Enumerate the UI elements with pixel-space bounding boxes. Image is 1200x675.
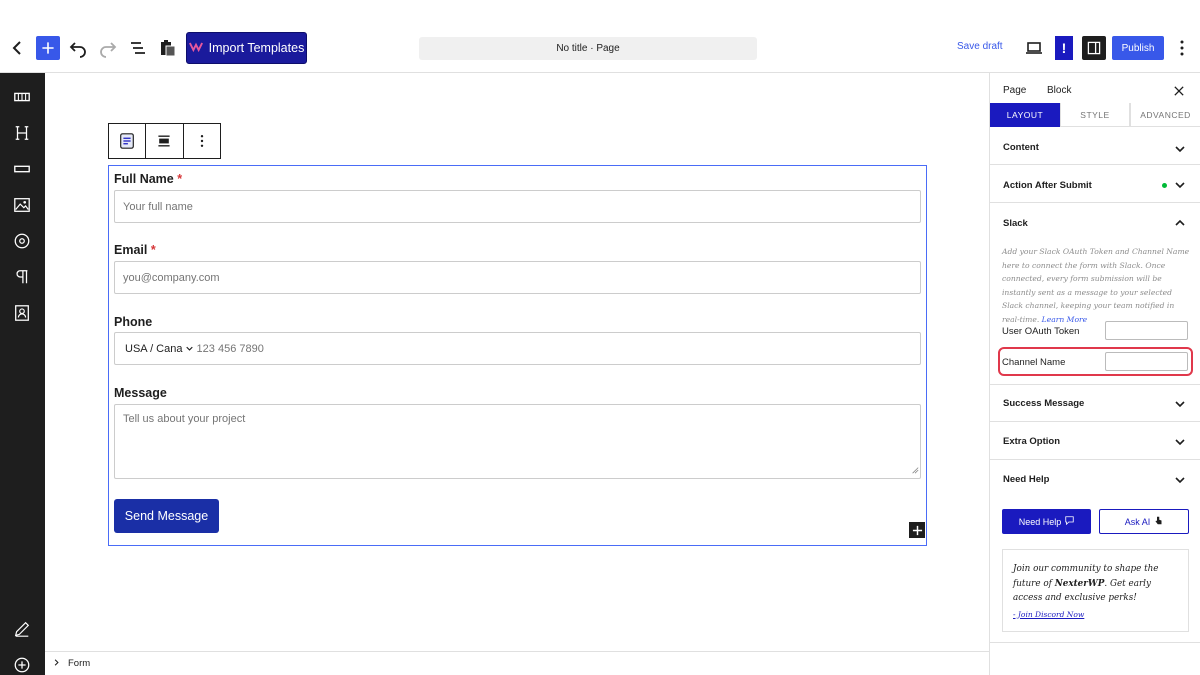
user-oauth-label: User OAuth Token bbox=[1002, 326, 1080, 337]
chevron-down-icon bbox=[185, 343, 193, 355]
tab-advanced[interactable]: ADVANCED bbox=[1130, 103, 1200, 127]
tab-style[interactable]: STYLE bbox=[1060, 103, 1130, 127]
document-overview-icon[interactable] bbox=[126, 36, 150, 60]
country-code-select[interactable]: USA / Cana bbox=[125, 343, 193, 355]
block-toolbar bbox=[108, 123, 221, 159]
left-sidebar bbox=[0, 73, 45, 675]
block-inserter-button[interactable] bbox=[36, 36, 60, 60]
align-icon[interactable] bbox=[146, 124, 184, 158]
slack-description-text: Add your Slack OAuth Token and Channel N… bbox=[1002, 247, 1190, 324]
publish-button[interactable]: Publish bbox=[1112, 36, 1164, 60]
user-oauth-input[interactable] bbox=[1105, 321, 1188, 340]
channel-name-label: Channel Name bbox=[1002, 357, 1066, 368]
circle-target-icon[interactable] bbox=[12, 231, 32, 251]
breadcrumb-item-form[interactable]: Form bbox=[68, 658, 90, 669]
block-append-icon[interactable] bbox=[909, 522, 925, 538]
undo-icon[interactable] bbox=[66, 36, 90, 60]
chevron-down-icon bbox=[1175, 401, 1185, 408]
templates-logo-icon bbox=[188, 41, 203, 55]
image-icon[interactable] bbox=[12, 195, 32, 215]
phone-placeholder: 123 456 7890 bbox=[196, 342, 264, 355]
heading-icon[interactable] bbox=[12, 123, 32, 143]
full-name-placeholder: Your full name bbox=[123, 200, 193, 213]
settings-panel: Page Block LAYOUT STYLE ADVANCED Content… bbox=[989, 73, 1200, 675]
message-textarea[interactable]: Tell us about your project bbox=[114, 404, 921, 479]
tab-page[interactable]: Page bbox=[1003, 85, 1026, 96]
notice-button[interactable]: ! bbox=[1055, 36, 1073, 60]
chevron-down-icon bbox=[1175, 439, 1185, 446]
resize-handle-icon[interactable] bbox=[911, 465, 919, 477]
section-action-title: Action After Submit bbox=[1003, 180, 1092, 191]
section-extra-option[interactable]: Extra Option bbox=[990, 422, 1200, 460]
section-need-help-title[interactable]: Need Help bbox=[1003, 474, 1049, 485]
import-templates-button[interactable]: Import Templates bbox=[186, 32, 307, 64]
message-label: Message bbox=[114, 386, 167, 400]
section-success-message[interactable]: Success Message bbox=[990, 385, 1200, 422]
import-templates-label: Import Templates bbox=[208, 41, 305, 55]
close-icon[interactable] bbox=[1174, 83, 1184, 99]
block-sub-tabs: LAYOUT STYLE ADVANCED bbox=[990, 103, 1200, 127]
community-brand: NexterWP bbox=[1054, 578, 1105, 589]
slack-description: Add your Slack OAuth Token and Channel N… bbox=[1002, 245, 1192, 327]
full-name-label: Full Name * bbox=[114, 172, 182, 186]
back-icon[interactable] bbox=[6, 36, 30, 60]
section-slack-title[interactable]: Slack bbox=[1003, 218, 1028, 229]
full-name-input[interactable]: Your full name bbox=[114, 190, 921, 223]
chevron-up-icon[interactable] bbox=[1174, 217, 1186, 229]
channel-name-input[interactable] bbox=[1105, 352, 1188, 371]
email-label: Email * bbox=[114, 243, 156, 257]
ask-ai-button-label: Ask AI bbox=[1124, 516, 1151, 527]
ask-ai-button[interactable]: Ask AI bbox=[1099, 509, 1189, 534]
section-extra-title: Extra Option bbox=[1003, 436, 1061, 447]
document-title-bar[interactable]: No title · Page bbox=[419, 37, 757, 60]
chat-bubble-icon bbox=[1065, 516, 1074, 527]
button-block-icon[interactable] bbox=[12, 159, 32, 179]
chevron-down-icon[interactable] bbox=[1174, 474, 1186, 486]
join-discord-link[interactable]: - Join Discord Now bbox=[1013, 608, 1178, 623]
learn-more-link[interactable]: Learn More bbox=[1042, 315, 1087, 324]
contact-card-icon[interactable] bbox=[12, 303, 32, 323]
editor-header: Import Templates No title · Page Save dr… bbox=[0, 0, 1200, 73]
block-options-icon[interactable] bbox=[184, 124, 220, 158]
section-action-after-submit[interactable]: Action After Submit bbox=[990, 165, 1200, 203]
community-card: Join our community to shape the future o… bbox=[1002, 549, 1189, 632]
full-name-label-text: Full Name bbox=[114, 172, 174, 186]
pointer-hand-icon bbox=[1154, 516, 1163, 527]
country-code-value: USA / Cana bbox=[125, 342, 183, 355]
form-block-type-icon[interactable] bbox=[109, 124, 147, 158]
send-message-button[interactable]: Send Message bbox=[114, 499, 219, 533]
section-content-title: Content bbox=[1003, 142, 1039, 153]
settings-sidebar-toggle[interactable] bbox=[1082, 36, 1106, 60]
save-draft-button[interactable]: Save draft bbox=[957, 41, 1003, 52]
chevron-down-icon bbox=[1175, 146, 1185, 153]
email-input[interactable]: you@company.com bbox=[114, 261, 921, 294]
phone-input[interactable]: USA / Cana 123 456 7890 bbox=[114, 332, 921, 365]
chevron-down-icon bbox=[1175, 182, 1185, 189]
clipboard-icon[interactable] bbox=[156, 36, 180, 60]
options-menu-icon[interactable] bbox=[1170, 36, 1194, 60]
edit-pencil-icon[interactable] bbox=[12, 619, 32, 639]
active-status-dot bbox=[1162, 183, 1167, 188]
email-label-text: Email bbox=[114, 243, 148, 257]
paragraph-icon[interactable] bbox=[12, 267, 32, 287]
tab-block[interactable]: Block bbox=[1047, 85, 1071, 96]
required-marker: * bbox=[177, 172, 183, 186]
editor-canvas: Full Name * Your full name Email * you@c… bbox=[45, 73, 989, 651]
add-circle-icon[interactable] bbox=[12, 655, 32, 675]
section-success-title: Success Message bbox=[1003, 398, 1085, 409]
block-breadcrumb: Form bbox=[45, 651, 989, 675]
required-marker: * bbox=[150, 243, 156, 257]
tab-layout[interactable]: LAYOUT bbox=[990, 103, 1060, 127]
email-placeholder: you@company.com bbox=[123, 271, 220, 284]
section-content[interactable]: Content bbox=[990, 127, 1200, 165]
redo-icon[interactable] bbox=[96, 36, 120, 60]
need-help-button-label: Need Help bbox=[1018, 516, 1062, 527]
contact-form-block[interactable]: Full Name * Your full name Email * you@c… bbox=[108, 165, 927, 546]
preview-device-icon[interactable] bbox=[1022, 36, 1046, 60]
phone-label: Phone bbox=[114, 315, 153, 329]
need-help-button[interactable]: Need Help bbox=[1002, 509, 1091, 534]
chevron-right-icon bbox=[53, 658, 60, 669]
message-placeholder: Tell us about your project bbox=[123, 413, 246, 425]
layout-icon[interactable] bbox=[12, 87, 32, 107]
